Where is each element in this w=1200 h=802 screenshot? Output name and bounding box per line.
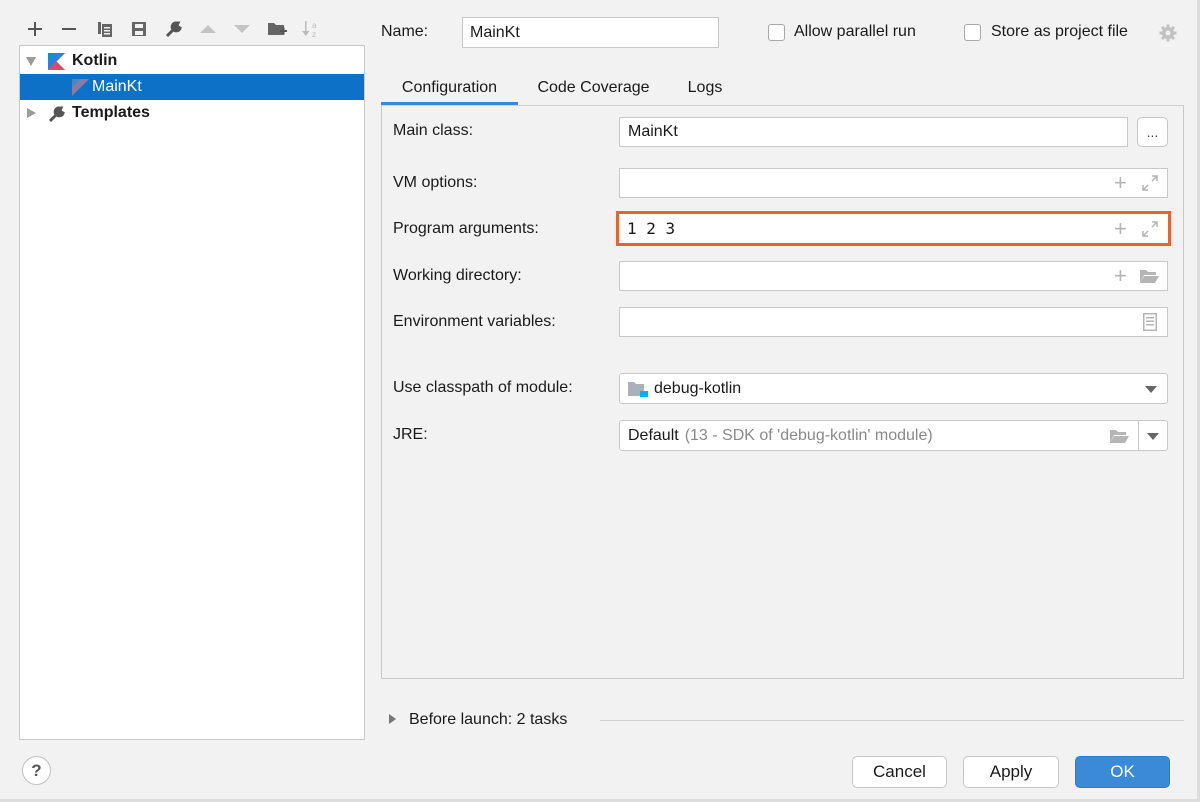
- allow-parallel-run-checkbox[interactable]: [768, 24, 785, 41]
- jre-label: JRE:: [393, 426, 428, 443]
- name-input[interactable]: MainKt: [462, 17, 719, 48]
- sort-icon[interactable]: az: [300, 18, 322, 40]
- main-class-input[interactable]: MainKt: [619, 117, 1128, 147]
- expand-icon[interactable]: [1142, 175, 1158, 191]
- classpath-module-select[interactable]: debug-kotlin: [619, 373, 1168, 404]
- add-icon[interactable]: [24, 18, 46, 40]
- tab-label: Configuration: [401, 78, 498, 96]
- classpath-module-value: debug-kotlin: [654, 379, 742, 397]
- jre-dropdown-button[interactable]: [1138, 420, 1168, 451]
- ok-button[interactable]: OK: [1075, 756, 1170, 788]
- svg-text:a: a: [312, 21, 317, 30]
- help-button[interactable]: ?: [22, 756, 51, 785]
- tree-item-label: Templates: [72, 104, 150, 121]
- folder-icon[interactable]: [1139, 268, 1159, 284]
- store-as-project-file-label: Store as project file: [991, 23, 1128, 40]
- document-icon[interactable]: [1143, 313, 1157, 331]
- wrench-icon: [48, 106, 65, 123]
- new-folder-icon[interactable]: [266, 18, 288, 40]
- apply-button[interactable]: Apply: [963, 756, 1059, 788]
- separator: [600, 720, 1184, 721]
- expand-before-launch-icon[interactable]: [389, 714, 396, 724]
- tab-code-coverage[interactable]: Code Coverage: [521, 70, 666, 105]
- environment-variables-label: Environment variables:: [393, 313, 556, 330]
- tab-logs[interactable]: Logs: [674, 70, 736, 105]
- kotlin-icon: [48, 53, 65, 70]
- tree-item-kotlin[interactable]: Kotlin: [20, 48, 364, 74]
- run-configuration-dialog: az Kotlin MainKt Templates ? Name: MainK…: [0, 0, 1200, 802]
- tab-label: Code Coverage: [537, 78, 650, 96]
- wrench-icon[interactable]: [163, 18, 185, 40]
- svg-text:z: z: [312, 30, 316, 39]
- cancel-button[interactable]: Cancel: [852, 756, 947, 788]
- copy-icon[interactable]: [94, 18, 116, 40]
- dropdown-arrow-icon[interactable]: [1145, 386, 1157, 393]
- jre-value: Default: [628, 426, 679, 444]
- vm-options-input[interactable]: [619, 168, 1168, 198]
- tab-configuration[interactable]: Configuration: [381, 70, 518, 105]
- move-down-icon[interactable]: [231, 18, 253, 40]
- jre-hint: (13 - SDK of 'debug-kotlin' module): [684, 426, 933, 444]
- tab-label: Logs: [687, 78, 723, 96]
- add-icon[interactable]: +: [1114, 170, 1127, 196]
- working-directory-label: Working directory:: [393, 267, 522, 284]
- environment-variables-input[interactable]: [619, 307, 1168, 337]
- name-label: Name:: [381, 23, 429, 40]
- allow-parallel-run-label: Allow parallel run: [794, 23, 916, 40]
- classpath-module-label: Use classpath of module:: [393, 379, 573, 396]
- configuration-tree: Kotlin MainKt Templates: [19, 45, 365, 740]
- store-as-project-file-checkbox[interactable]: [964, 24, 981, 41]
- vm-options-label: VM options:: [393, 174, 478, 191]
- move-up-icon[interactable]: [197, 18, 219, 40]
- collapse-arrow-icon[interactable]: [27, 108, 36, 118]
- expand-arrow-icon[interactable]: [26, 57, 36, 66]
- add-icon[interactable]: +: [1114, 263, 1127, 289]
- kotlin-file-icon: [72, 79, 89, 96]
- remove-icon[interactable]: [58, 18, 80, 40]
- program-arguments-input[interactable]: 1 2 3: [616, 211, 1171, 246]
- tree-item-label: MainKt: [92, 78, 142, 95]
- gear-icon[interactable]: [1159, 24, 1177, 42]
- expand-icon[interactable]: [1142, 221, 1158, 237]
- dropdown-arrow-icon: [1147, 433, 1159, 440]
- tree-item-label: Kotlin: [72, 52, 118, 69]
- module-icon: [628, 381, 648, 397]
- working-directory-input[interactable]: [619, 261, 1168, 291]
- add-icon[interactable]: +: [1114, 216, 1127, 242]
- tree-item-mainkt[interactable]: MainKt: [20, 74, 364, 100]
- save-icon[interactable]: [128, 18, 150, 40]
- browse-main-class-button[interactable]: ...: [1137, 117, 1168, 147]
- before-launch-label[interactable]: Before launch: 2 tasks: [409, 711, 567, 729]
- main-class-label: Main class:: [393, 122, 474, 139]
- program-arguments-label: Program arguments:: [393, 220, 539, 237]
- jre-input[interactable]: Default (13 - SDK of 'debug-kotlin' modu…: [619, 420, 1139, 451]
- folder-icon[interactable]: [1109, 428, 1129, 444]
- program-arguments-value: 1 2 3: [627, 219, 676, 238]
- tree-item-templates[interactable]: Templates: [20, 100, 364, 126]
